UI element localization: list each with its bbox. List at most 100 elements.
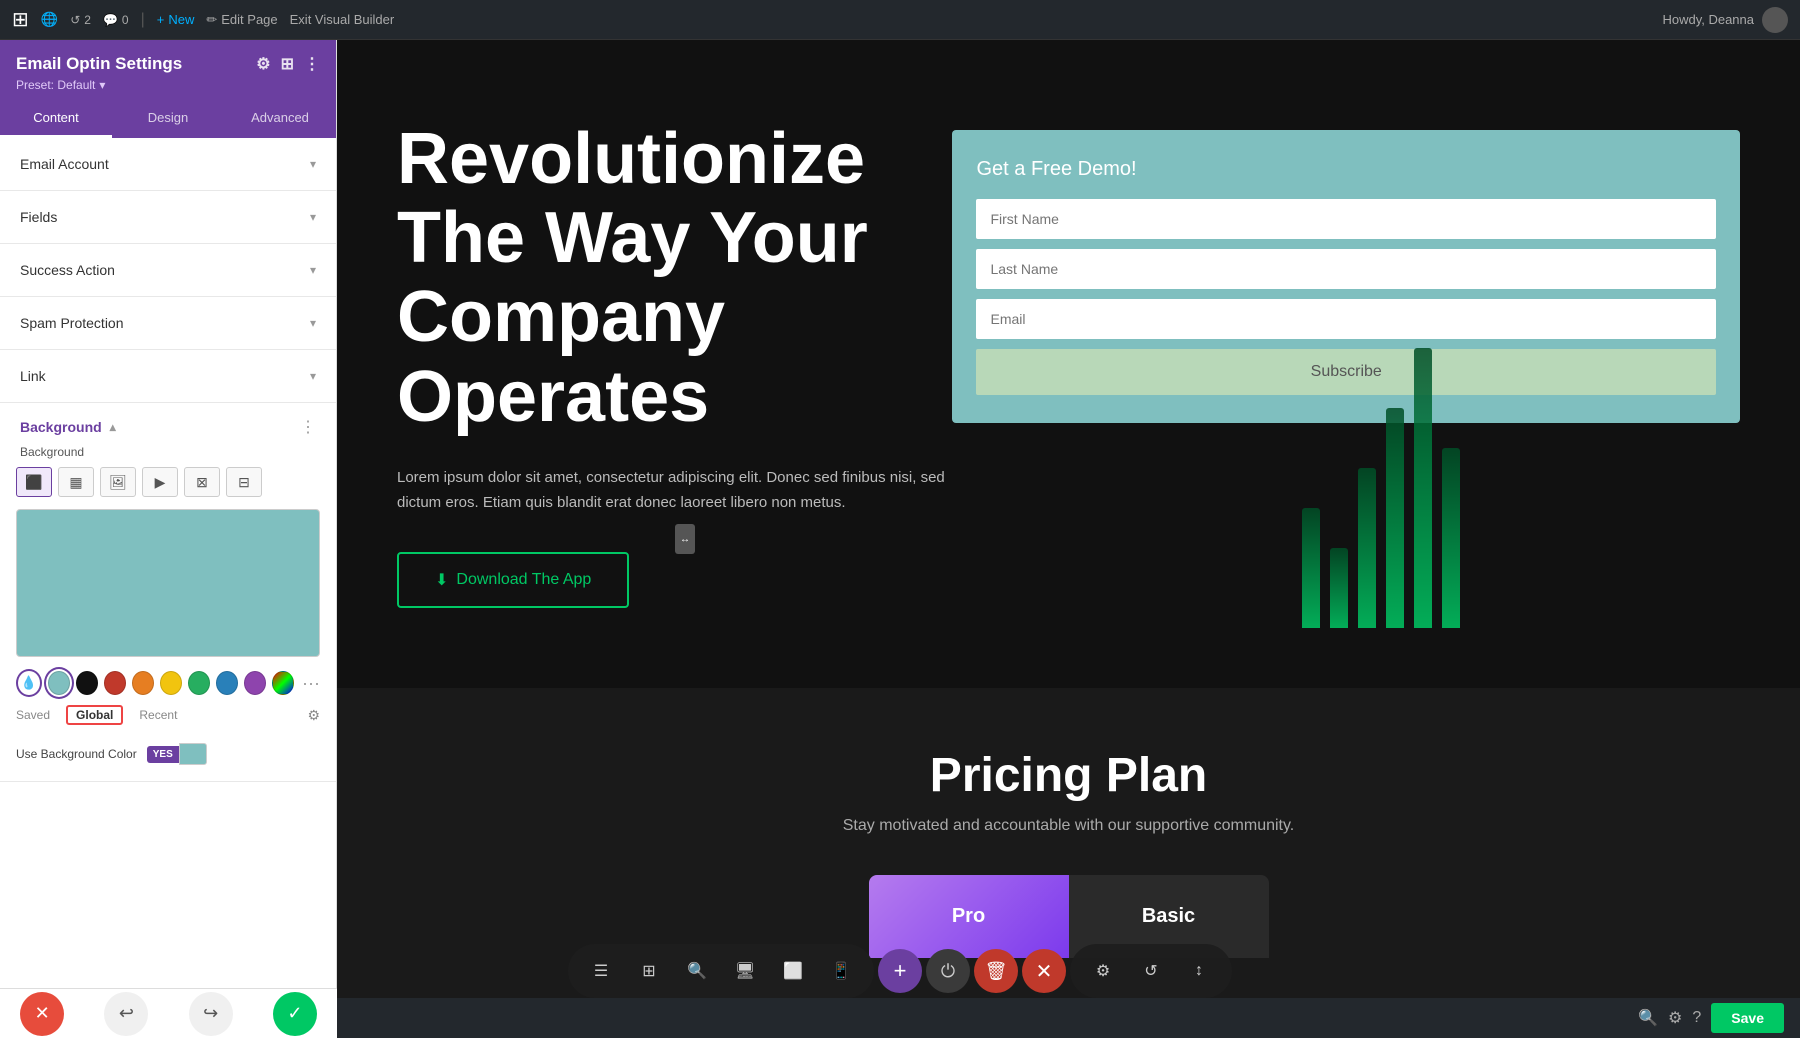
panel-layout-icon[interactable]: ⊞ (281, 54, 294, 74)
bg-type-slide[interactable]: ⊠ (184, 467, 220, 497)
panel-cancel-button[interactable]: ✕ (20, 992, 64, 1036)
accordion-email-account-header[interactable]: Email Account ▾ (0, 138, 336, 190)
toolbar-power-button[interactable]: ⏻ (926, 949, 970, 993)
background-more-icon[interactable]: ⋮ (300, 417, 316, 437)
chevron-down-icon: ▾ (310, 210, 316, 224)
toolbar-settings-group: ⚙ ↺ ↕ (1070, 944, 1232, 998)
use-bg-color-row: Use Background Color YES (16, 735, 320, 765)
edit-page-link[interactable]: ✏ Edit Page (206, 12, 277, 28)
bg-type-gradient[interactable]: ▦ (58, 467, 94, 497)
accordion-spam-protection-header[interactable]: Spam Protection ▾ (0, 297, 336, 349)
chevron-down-icon: ▾ (310, 316, 316, 330)
last-name-input[interactable] (976, 249, 1716, 289)
bg-type-image[interactable]: 🖼 (100, 467, 136, 497)
wordpress-icon[interactable]: ⊞ (12, 7, 29, 32)
color-more-icon[interactable]: ··· (302, 673, 320, 694)
bg-type-color[interactable]: ⬛ (16, 467, 52, 497)
accordion-link-header[interactable]: Link ▾ (0, 350, 336, 402)
pricing-card-basic-name: Basic (1109, 905, 1229, 928)
tab-design[interactable]: Design (112, 100, 224, 138)
toolbar-delete-button[interactable]: 🗑 (974, 949, 1018, 993)
top-bar-right: Howdy, Deanna (1662, 7, 1788, 33)
accordion-fields-header[interactable]: Fields ▾ (0, 191, 336, 243)
status-search-icon[interactable]: 🔍 (1638, 1008, 1658, 1028)
color-swatch-green[interactable] (188, 671, 210, 695)
tab-advanced[interactable]: Advanced (224, 100, 336, 138)
toolbar-sort-button[interactable]: ↕ (1180, 952, 1218, 990)
email-input[interactable] (976, 299, 1716, 339)
color-swatch-orange[interactable] (132, 671, 154, 695)
panel-save-button[interactable]: ✓ (273, 992, 317, 1036)
toolbar-grid-button[interactable]: ⊞ (630, 952, 668, 990)
color-swatch-blue[interactable] (216, 671, 238, 695)
color-swatch-custom[interactable] (272, 671, 294, 695)
color-tab-global[interactable]: Global (66, 705, 123, 725)
panel-bottom-bar: ✕ ↩ ↪ ✓ (0, 988, 337, 1038)
bottom-status-bar: 🔍 ⚙ ? Save (337, 998, 1800, 1038)
panel-undo-button[interactable]: ↩ (104, 992, 148, 1036)
color-swatch-teal[interactable] (48, 671, 70, 695)
toolbar-history-button[interactable]: ↺ (1132, 952, 1170, 990)
toolbar-main: ☰ ⊞ 🔍 🖥 ⬜ 📱 (568, 944, 874, 998)
use-bg-toggle[interactable]: YES (147, 743, 207, 765)
panel-tabs: Content Design Advanced (0, 100, 336, 138)
toolbar-add-button[interactable]: + (878, 949, 922, 993)
toolbar-search-button[interactable]: 🔍 (678, 952, 716, 990)
toolbar-tablet-button[interactable]: ⬜ (774, 952, 812, 990)
new-button[interactable]: + New (157, 12, 195, 27)
color-swatch-black[interactable] (76, 671, 98, 695)
pricing-section: Pricing Plan Stay motivated and accounta… (337, 688, 1800, 978)
toolbar-mobile-button[interactable]: 📱 (822, 952, 860, 990)
chart-bar-3 (1358, 468, 1376, 628)
chart-bar-2 (1330, 548, 1348, 628)
comment-counter[interactable]: 💬 0 (103, 13, 129, 27)
accordion-success-action: Success Action ▾ (0, 244, 336, 297)
undo-counter[interactable]: ↺ 2 (70, 13, 91, 27)
toolbar-close-button[interactable]: ✕ (1022, 949, 1066, 993)
color-tab-saved[interactable]: Saved (16, 708, 50, 722)
panel-title-icons: ⚙ ⊞ ⋮ (256, 54, 320, 74)
color-swatch-yellow[interactable] (160, 671, 182, 695)
color-dropper[interactable]: 💧 (16, 669, 42, 697)
toggle-color-swatch (179, 743, 207, 765)
user-avatar[interactable] (1762, 7, 1788, 33)
panel-header: Email Optin Settings ⚙ ⊞ ⋮ Preset: Defau… (0, 40, 336, 100)
tab-content[interactable]: Content (0, 100, 112, 138)
color-swatch-purple[interactable] (244, 671, 266, 695)
exit-builder-link[interactable]: Exit Visual Builder (290, 12, 395, 27)
accordion-fields: Fields ▾ (0, 191, 336, 244)
toolbar-settings-button[interactable]: ⚙ (1084, 952, 1122, 990)
accordion-link: Link ▾ (0, 350, 336, 403)
right-content: Revolutionize The Way Your Company Opera… (337, 40, 1800, 1038)
demo-form-title: Get a Free Demo! (976, 158, 1716, 181)
panel-more-icon[interactable]: ⋮ (304, 54, 320, 74)
status-help-icon[interactable]: ? (1692, 1009, 1701, 1027)
download-app-button[interactable]: ⬇ Download The App (397, 552, 629, 608)
accordion-success-action-header[interactable]: Success Action ▾ (0, 244, 336, 296)
status-settings-icon[interactable]: ⚙ (1668, 1008, 1682, 1028)
bg-type-video[interactable]: ▶ (142, 467, 178, 497)
color-swatch-red[interactable] (104, 671, 126, 695)
panel-settings-icon[interactable]: ⚙ (256, 54, 270, 74)
color-settings-icon[interactable]: ⚙ (307, 707, 320, 724)
background-section-content: Background ⬛ ▦ 🖼 ▶ ⊠ ⊟ 💧 (0, 445, 336, 781)
save-button[interactable]: Save (1711, 1003, 1784, 1033)
color-swatches: 💧 ··· (16, 669, 320, 697)
color-preview[interactable] (16, 509, 320, 657)
color-tab-recent[interactable]: Recent (139, 708, 177, 722)
website-preview: Revolutionize The Way Your Company Opera… (337, 40, 1800, 1038)
left-panel: Email Optin Settings ⚙ ⊞ ⋮ Preset: Defau… (0, 40, 337, 1038)
panel-redo-button[interactable]: ↪ (189, 992, 233, 1036)
panel-preset[interactable]: Preset: Default ▾ (16, 78, 320, 92)
toolbar-desktop-button[interactable]: 🖥 (726, 952, 764, 990)
panel-resize-handle[interactable]: ↔ (675, 524, 695, 554)
bg-type-pattern[interactable]: ⊟ (226, 467, 262, 497)
chevron-down-icon: ▾ (310, 369, 316, 383)
background-section-header[interactable]: Background ▴ ⋮ (0, 403, 336, 445)
chevron-down-icon: ▾ (310, 263, 316, 277)
first-name-input[interactable] (976, 199, 1716, 239)
download-app-label: Download The App (456, 571, 591, 589)
site-icon[interactable]: 🌐 (41, 11, 58, 28)
background-title: Background ▴ (20, 419, 116, 435)
toolbar-menu-button[interactable]: ☰ (582, 952, 620, 990)
